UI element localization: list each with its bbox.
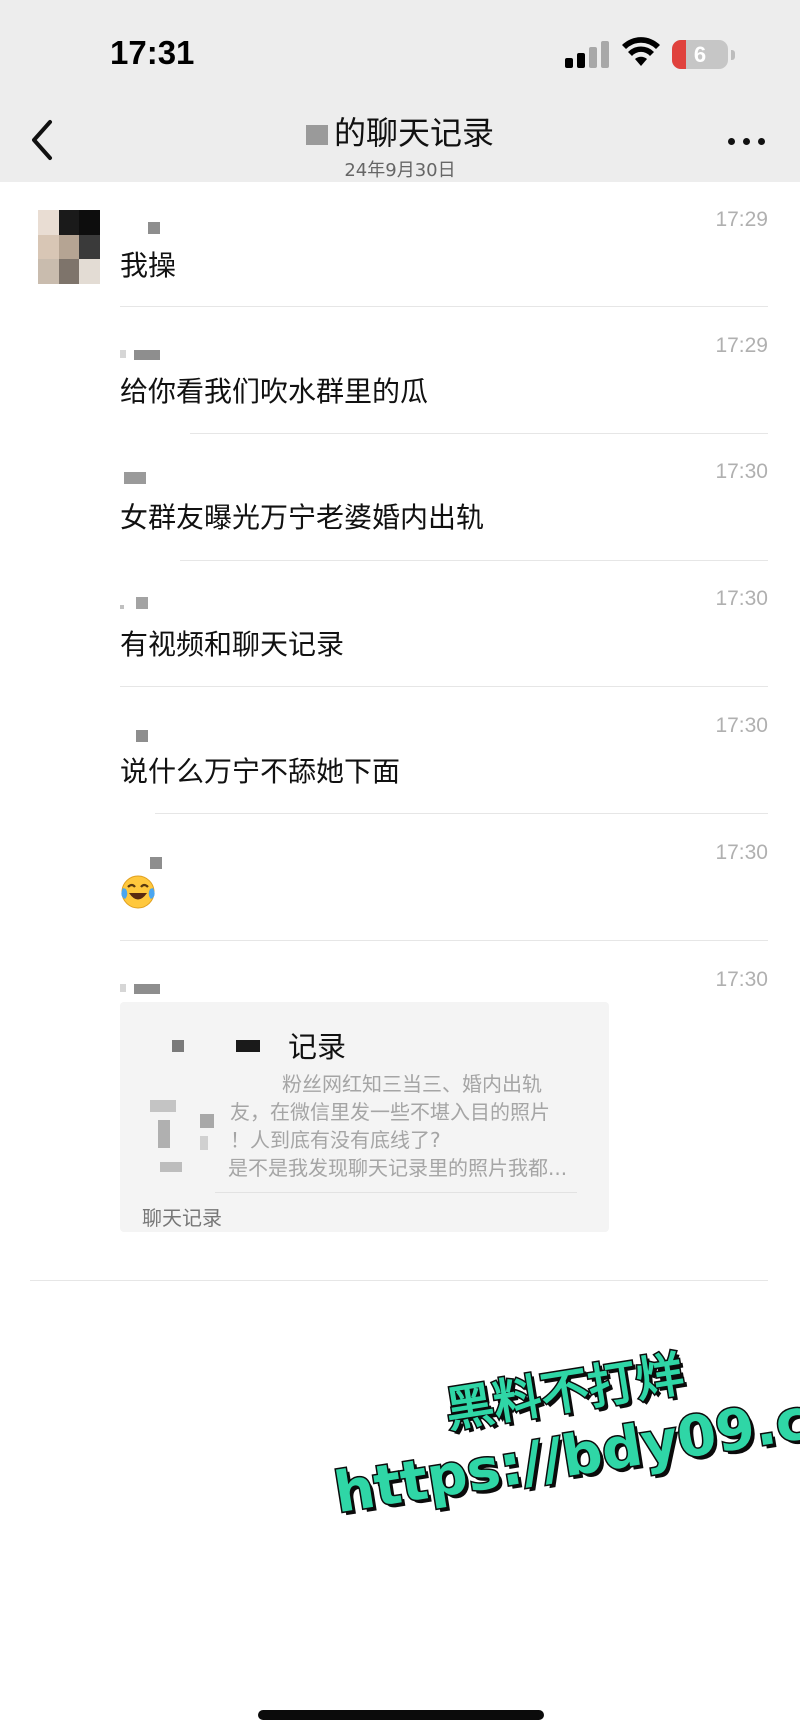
card-divider: [215, 1192, 577, 1193]
battery-icon: 6: [672, 40, 735, 69]
status-time: 17:31: [110, 34, 195, 71]
message-time: 17:30: [715, 714, 768, 737]
card-preview-line: 是不是我发现聊天记录里的照片我都...: [228, 1156, 568, 1180]
message-text: 我操: [120, 249, 177, 282]
cellular-signal-icon: [565, 40, 611, 68]
laughing-crying-emoji-icon: [121, 875, 155, 909]
blurred-sender-name: [120, 472, 180, 494]
blurred-sender-name: [120, 730, 180, 752]
card-title: 记录: [288, 1030, 347, 1064]
card-preview-line: ！人到底有没有底线了?: [230, 1128, 441, 1152]
divider: [120, 686, 768, 687]
page-title-text: 的聊天记录: [333, 114, 494, 152]
divider: [120, 940, 768, 941]
page-title: 的聊天记录: [0, 108, 800, 154]
chat-record-header: 的聊天记录 24年9月30日: [0, 108, 800, 182]
message-text: 说什么万宁不舔她下面: [120, 755, 401, 788]
message-time: 17:29: [715, 334, 768, 357]
message-text: 给你看我们吹水群里的瓜: [120, 375, 429, 408]
divider: [30, 1280, 768, 1281]
divider: [190, 433, 768, 434]
card-footer-label: 聊天记录: [142, 1206, 222, 1230]
blurred-sender-name: [120, 980, 180, 1002]
card-preview-line: 友，在微信里发一些不堪入目的照片: [230, 1100, 550, 1124]
blurred-sender-name: [120, 222, 180, 244]
battery-level: 6: [693, 42, 707, 67]
message-time: 17:30: [715, 460, 768, 483]
wifi-icon: [622, 37, 660, 66]
blurred-name: [305, 125, 328, 145]
divider: [120, 306, 768, 307]
forwarded-chat-record-card[interactable]: 粉丝网红知三当三、婚内出轨 友，在微信里发一些不堪入目的照片 ！人到底有没有底线…: [120, 1002, 609, 1232]
more-dots-icon[interactable]: [726, 126, 768, 154]
message-time: 17:29: [715, 208, 768, 231]
blurred-sender-name: [120, 346, 180, 368]
message-time: 17:30: [715, 841, 768, 864]
home-indicator[interactable]: [258, 1710, 544, 1720]
divider: [180, 560, 768, 561]
divider: [155, 813, 768, 814]
message-time: 17:30: [715, 968, 768, 991]
page-subtitle-date: 24年9月30日: [344, 160, 456, 181]
top-bar: 17:31 6 的聊天记录 24年9月30日: [0, 0, 800, 182]
message-time: 17:30: [715, 587, 768, 610]
blurred-sender-name: [120, 597, 180, 619]
avatar[interactable]: [38, 210, 100, 284]
message-text: 女群友曝光万宁老婆婚内出轨: [120, 501, 485, 534]
message-text: 有视频和聊天记录: [120, 628, 345, 661]
card-preview-line: 粉丝网红知三当三、婚内出轨: [282, 1072, 542, 1096]
